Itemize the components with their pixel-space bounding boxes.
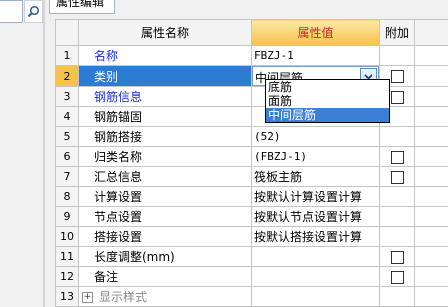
property-value[interactable]: 按默认搭接设置计算 xyxy=(251,226,380,247)
add-checkbox[interactable] xyxy=(390,150,404,164)
row-number: 3 xyxy=(55,86,79,107)
property-name[interactable]: 钢筋锚固 xyxy=(78,106,252,127)
property-value[interactable]: (52) xyxy=(251,126,380,147)
empty-cell xyxy=(414,246,448,267)
empty-cell xyxy=(414,186,448,207)
property-name[interactable]: 汇总信息 xyxy=(78,166,252,187)
table-row[interactable]: 7 汇总信息 筏板主筋 xyxy=(55,166,448,187)
empty-cell xyxy=(414,65,448,87)
property-name[interactable]: 钢筋信息 xyxy=(78,86,252,107)
property-name[interactable]: 钢筋搭接 xyxy=(78,126,252,147)
table-row[interactable]: 8 计算设置 按默认计算设置计算 xyxy=(55,186,448,207)
row-number: 9 xyxy=(55,206,79,227)
search-button[interactable] xyxy=(24,0,43,23)
add-checkbox[interactable] xyxy=(390,170,404,184)
add-checkbox[interactable] xyxy=(390,90,404,104)
property-value[interactable]: FBZJ-1 xyxy=(251,45,380,66)
empty-cell xyxy=(414,206,448,227)
grid-header-row: 属性名称 属性值 附加 xyxy=(55,19,448,46)
add-cell xyxy=(379,45,415,66)
dropdown-option-selected[interactable]: 中间层筋 xyxy=(266,108,389,122)
category-dropdown-list[interactable]: 底筋 面筋 中间层筋 xyxy=(265,79,390,123)
row-number: 12 xyxy=(55,266,79,287)
property-value[interactable]: 按默认计算设置计算 xyxy=(251,186,380,207)
add-cell xyxy=(379,186,415,207)
property-value[interactable]: 筏板主筋 xyxy=(251,166,380,187)
add-cell xyxy=(379,206,415,227)
search-input[interactable] xyxy=(0,0,23,23)
property-value xyxy=(251,286,380,307)
row-number: 10 xyxy=(55,226,79,247)
add-checkbox[interactable] xyxy=(390,270,404,284)
empty-cell xyxy=(414,166,448,187)
table-row[interactable]: 11 长度调整(mm) xyxy=(55,246,448,267)
property-panel: 属性编辑 属性名称 属性值 附加 1 名称 FBZJ-1 2 类别 中间层筋 3… xyxy=(45,0,448,307)
property-name[interactable]: 搭接设置 xyxy=(78,226,252,247)
dropdown-option[interactable]: 底筋 xyxy=(266,80,389,94)
row-number: 13 xyxy=(55,286,79,307)
property-value[interactable] xyxy=(251,266,380,287)
empty-cell xyxy=(414,126,448,147)
add-cell xyxy=(379,126,415,147)
add-checkbox[interactable] xyxy=(390,70,404,83)
property-name[interactable]: 计算设置 xyxy=(78,186,252,207)
add-cell[interactable] xyxy=(379,166,415,187)
add-cell[interactable] xyxy=(379,246,415,267)
property-name[interactable]: 归类名称 xyxy=(78,146,252,167)
empty-cell xyxy=(414,86,448,107)
value-column-header[interactable]: 属性值 xyxy=(251,19,380,46)
property-value[interactable]: 按默认节点设置计算 xyxy=(251,206,380,227)
table-row[interactable]: 10 搭接设置 按默认搭接设置计算 xyxy=(55,226,448,247)
add-column-header[interactable]: 附加 xyxy=(379,19,415,46)
empty-cell xyxy=(414,266,448,287)
property-value[interactable] xyxy=(251,246,380,267)
empty-cell xyxy=(414,286,448,307)
add-cell xyxy=(379,286,415,307)
extra-column-header xyxy=(414,19,448,46)
row-number-header xyxy=(55,19,79,46)
group-label: 显示样式 xyxy=(99,290,148,304)
empty-cell xyxy=(414,146,448,167)
table-row[interactable]: 1 名称 FBZJ-1 xyxy=(55,45,448,66)
row-number: 1 xyxy=(55,45,79,66)
dropdown-option[interactable]: 面筋 xyxy=(266,94,389,108)
table-row[interactable]: 5 钢筋搭接 (52) xyxy=(55,126,448,147)
property-name[interactable]: 长度调整(mm) xyxy=(78,246,252,267)
property-name[interactable]: 名称 xyxy=(78,45,252,66)
left-pane xyxy=(0,0,43,307)
search-icon xyxy=(27,5,40,18)
property-group-name[interactable]: + 显示样式 xyxy=(78,286,252,307)
panel-title-tab[interactable]: 属性编辑 xyxy=(49,0,116,14)
table-row-group[interactable]: 13 + 显示样式 xyxy=(55,286,448,307)
add-cell[interactable] xyxy=(379,266,415,287)
property-name[interactable]: 备注 xyxy=(78,266,252,287)
row-number: 8 xyxy=(55,186,79,207)
property-name[interactable]: 类别 xyxy=(78,65,252,87)
row-number: 6 xyxy=(55,146,79,167)
table-row[interactable]: 6 归类名称 (FBZJ-1) xyxy=(55,146,448,167)
table-row[interactable]: 12 备注 xyxy=(55,266,448,287)
add-cell[interactable] xyxy=(379,146,415,167)
row-number: 11 xyxy=(55,246,79,267)
property-name[interactable]: 节点设置 xyxy=(78,206,252,227)
empty-cell xyxy=(414,45,448,66)
add-cell xyxy=(379,226,415,247)
row-number: 4 xyxy=(55,106,79,127)
plus-box-icon[interactable]: + xyxy=(82,292,93,303)
row-number: 2 xyxy=(55,65,79,87)
property-value[interactable]: (FBZJ-1) xyxy=(251,146,380,167)
empty-cell xyxy=(414,106,448,127)
empty-cell xyxy=(414,226,448,247)
row-number: 5 xyxy=(55,126,79,147)
property-grid: 属性名称 属性值 附加 1 名称 FBZJ-1 2 类别 中间层筋 3 钢筋信息… xyxy=(55,19,448,307)
add-checkbox[interactable] xyxy=(390,250,404,264)
name-column-header[interactable]: 属性名称 xyxy=(78,19,252,46)
row-number: 7 xyxy=(55,166,79,187)
table-row[interactable]: 9 节点设置 按默认节点设置计算 xyxy=(55,206,448,227)
